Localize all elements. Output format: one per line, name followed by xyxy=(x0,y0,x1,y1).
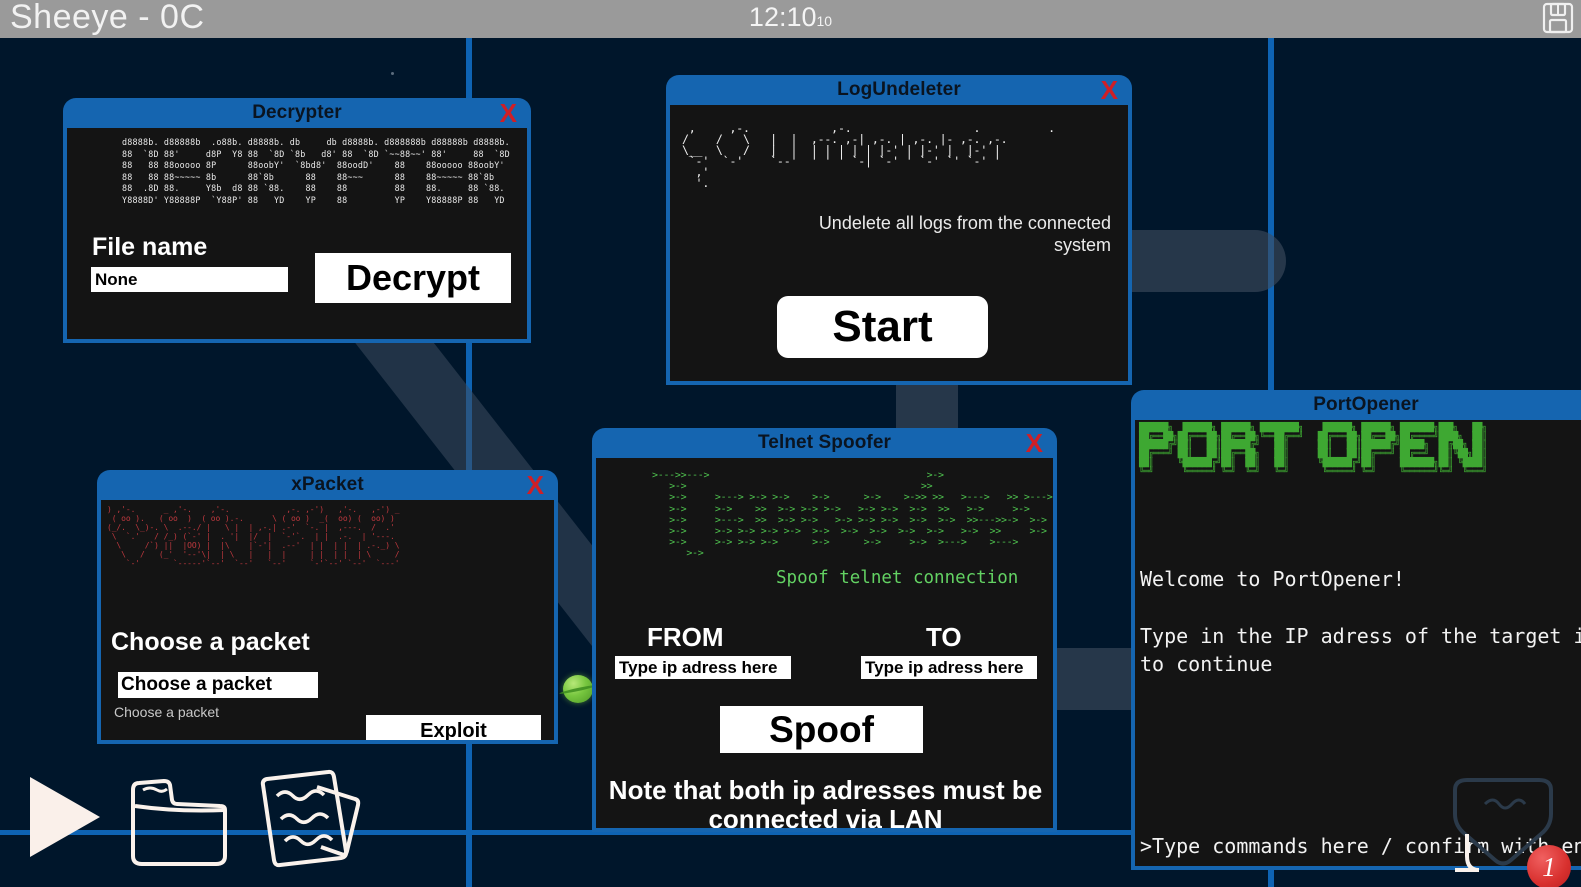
window-body-xpacket: ) ,'-. _ ,'-. ,'-. ,-. ,-') ,'-. ,-') _ … xyxy=(97,500,558,744)
network-node-planet-icon[interactable] xyxy=(563,675,593,703)
packet-hint-text: Choose a packet xyxy=(114,704,220,720)
close-icon[interactable]: X xyxy=(500,100,517,126)
window-titlebar-xpacket[interactable]: xPacket X xyxy=(97,470,558,500)
window-titlebar-logundeleter[interactable]: LogUndeleter X xyxy=(666,75,1132,105)
window-logundeleter[interactable]: LogUndeleter X , ,-. ,-. . . / / \ | | ,… xyxy=(666,75,1132,385)
window-title-decrypter: Decrypter xyxy=(252,102,342,123)
from-ip-input[interactable]: Type ip adress here xyxy=(615,656,791,679)
telnet-note-text: Note that both ip adresses must be conne… xyxy=(608,775,1043,832)
close-icon[interactable]: X xyxy=(527,472,544,498)
game-screen: Decrypter X d8888b. d88888b .o88b. d8888… xyxy=(0,0,1581,887)
portopener-ascii-art: ██████╗ ██████╗ ██████╗ ████████╗ ██████… xyxy=(1139,423,1487,477)
packet-select-dropdown[interactable]: Choose a packet xyxy=(118,672,318,698)
close-icon[interactable]: X xyxy=(1101,77,1118,103)
file-name-input[interactable]: None xyxy=(91,267,288,292)
spoof-button[interactable]: Spoof xyxy=(720,706,923,753)
decrypter-ascii-art: d8888b. d88888b .o88b. d8888b. db db d88… xyxy=(122,137,510,205)
file-name-label: File name xyxy=(92,233,208,261)
decrypt-button[interactable]: Decrypt xyxy=(315,253,511,303)
telnet-subtitle: Spoof telnet connection xyxy=(776,568,1019,588)
notes-documents-icon[interactable] xyxy=(255,769,367,869)
floppy-disk-save-icon[interactable] xyxy=(1541,1,1575,35)
window-title-portopener: PortOpener xyxy=(1313,394,1419,415)
portopener-console-output: Welcome to PortOpener! Type in the IP ad… xyxy=(1140,567,1581,677)
mail-widget[interactable]: 1 xyxy=(1441,770,1571,887)
close-icon[interactable]: X xyxy=(1026,430,1043,456)
taskbar xyxy=(0,757,420,887)
logundeleter-ascii-art: , ,-. ,-. . . / / \ | | ,--. ,-| ,-. | ,… xyxy=(682,121,1055,190)
window-xpacket[interactable]: xPacket X ) ,'-. _ ,'-. ,'-. ,-. ,-') ,'… xyxy=(97,470,558,744)
choose-packet-label: Choose a packet xyxy=(111,628,310,656)
window-title-xpacket: xPacket xyxy=(291,474,364,495)
mail-badge-count: 1 xyxy=(1527,845,1571,887)
window-decrypter[interactable]: Decrypter X d8888b. d88888b .o88b. d8888… xyxy=(63,98,531,343)
start-button[interactable]: Start xyxy=(777,296,988,358)
window-titlebar-portopener[interactable]: PortOpener xyxy=(1131,390,1581,420)
background-dot xyxy=(391,72,394,75)
window-body-logundeleter: , ,-. ,-. . . / / \ | | ,--. ,-| ,-. | ,… xyxy=(666,105,1132,385)
window-titlebar-telnet-spoofer[interactable]: Telnet Spoofer X xyxy=(592,428,1057,458)
logundeleter-description: Undelete all logs from the connected sys… xyxy=(818,213,1111,255)
window-telnet-spoofer[interactable]: Telnet Spoofer X >--->>---> >-> >-> >> >… xyxy=(592,428,1057,832)
top-status-bar: Sheeye - 0C 12:1010 xyxy=(0,0,1581,38)
clock-time: 12:10 xyxy=(748,2,817,32)
window-body-decrypter: d8888b. d88888b .o88b. d8888b. db db d88… xyxy=(63,128,531,343)
to-label: TO xyxy=(926,622,962,652)
from-label: FROM xyxy=(647,622,724,652)
player-status-title: Sheeye - 0C xyxy=(10,0,205,36)
window-title-logundeleter: LogUndeleter xyxy=(837,79,961,100)
folder-icon[interactable] xyxy=(125,772,233,869)
xpacket-ascii-art: ) ,'-. _ ,'-. ,'-. ,-. ,-') ,'-. ,-') _ … xyxy=(107,505,400,568)
window-body-telnet-spoofer: >--->>---> >-> >-> >> >-> >---> >-> >-> … xyxy=(592,458,1057,832)
exploit-button[interactable]: Exploit xyxy=(366,715,541,740)
clock-subscript: 10 xyxy=(816,13,833,29)
play-triangle-icon[interactable] xyxy=(30,777,100,857)
telnet-ascii-art: >--->>---> >-> >-> >> >-> >---> >-> >-> … xyxy=(652,470,1053,560)
clock-display: 12:1010 xyxy=(749,2,832,33)
to-ip-input[interactable]: Type ip adress here xyxy=(861,656,1037,679)
window-title-telnet-spoofer: Telnet Spoofer xyxy=(758,432,891,453)
window-titlebar-decrypter[interactable]: Decrypter X xyxy=(63,98,531,128)
